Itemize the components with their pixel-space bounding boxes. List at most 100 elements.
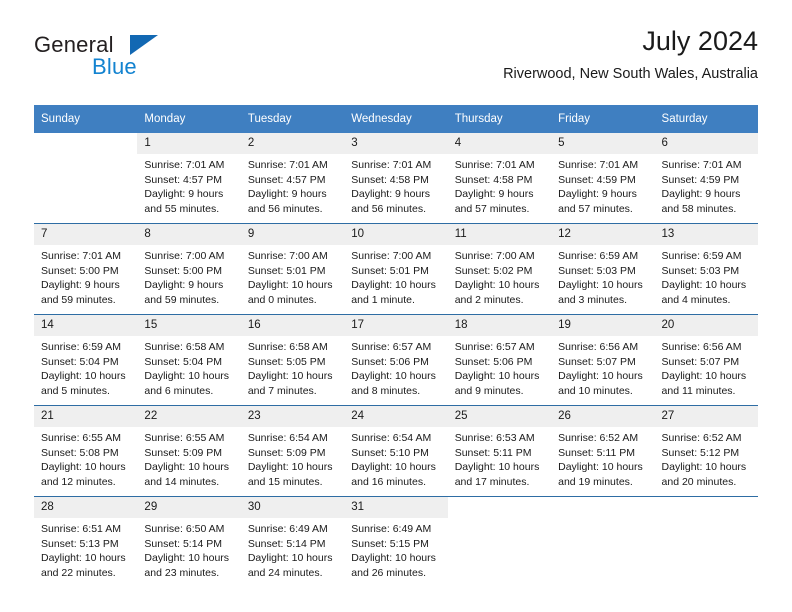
day-cell[interactable]: 18 Sunrise: 6:57 AM Sunset: 5:06 PM Dayl…: [447, 314, 552, 406]
day-cell-inner: 21 Sunrise: 6:55 AM Sunset: 5:08 PM Dayl…: [34, 406, 138, 496]
day-cell[interactable]: 27 Sunrise: 6:52 AM Sunset: 5:12 PM Dayl…: [654, 405, 758, 497]
day-cell-inner: 16 Sunrise: 6:58 AM Sunset: 5:05 PM Dayl…: [240, 315, 345, 405]
daylight-line-2: and 57 minutes.: [454, 202, 530, 215]
sunset-line: Sunset: 5:07 PM: [558, 355, 636, 368]
daylight-line-2: and 19 minutes.: [558, 475, 633, 488]
day-cell[interactable]: 12 Sunrise: 6:59 AM Sunset: 5:03 PM Dayl…: [551, 223, 655, 315]
day-cell[interactable]: 22 Sunrise: 6:55 AM Sunset: 5:09 PM Dayl…: [137, 405, 241, 497]
day-cell[interactable]: 28 Sunrise: 6:51 AM Sunset: 5:13 PM Dayl…: [34, 496, 138, 587]
day-cell-inner: 30 Sunrise: 6:49 AM Sunset: 5:14 PM Dayl…: [240, 497, 345, 587]
day-cell[interactable]: [551, 496, 655, 587]
week-row: 14 Sunrise: 6:59 AM Sunset: 5:04 PM Dayl…: [34, 314, 758, 406]
day-number: 12: [551, 224, 655, 245]
sunset-line: Sunset: 5:05 PM: [247, 355, 326, 368]
day-cell-inner: 1 Sunrise: 7:01 AM Sunset: 4:57 PM Dayli…: [137, 133, 241, 223]
day-cell[interactable]: 20 Sunrise: 6:56 AM Sunset: 5:07 PM Dayl…: [654, 314, 758, 406]
day-cell-inner: 18 Sunrise: 6:57 AM Sunset: 5:06 PM Dayl…: [447, 315, 552, 405]
day-cell[interactable]: 6 Sunrise: 7:01 AM Sunset: 4:59 PM Dayli…: [654, 133, 758, 224]
day-cell[interactable]: 30 Sunrise: 6:49 AM Sunset: 5:14 PM Dayl…: [240, 496, 345, 587]
daylight-line-1: Daylight: 10 hours: [247, 279, 333, 292]
calendar-page: General Blue July 2024 Riverwood, New So…: [0, 0, 792, 612]
day-cell[interactable]: 31 Sunrise: 6:49 AM Sunset: 5:15 PM Dayl…: [344, 496, 448, 587]
sunset-line: Sunset: 5:11 PM: [454, 446, 532, 459]
sunset-line: Sunset: 5:06 PM: [454, 355, 533, 368]
day-cell[interactable]: 8 Sunrise: 7:00 AM Sunset: 5:00 PM Dayli…: [137, 223, 241, 315]
day-cell[interactable]: 25 Sunrise: 6:53 AM Sunset: 5:11 PM Dayl…: [447, 405, 552, 497]
daylight-line-2: and 24 minutes.: [247, 566, 323, 579]
day-cell[interactable]: 5 Sunrise: 7:01 AM Sunset: 4:59 PM Dayli…: [551, 133, 655, 224]
day-details: Sunrise: 6:53 AM Sunset: 5:11 PM Dayligh…: [448, 427, 551, 489]
week-row: 28 Sunrise: 6:51 AM Sunset: 5:13 PM Dayl…: [34, 496, 758, 587]
daylight-line-2: and 15 minutes.: [247, 475, 323, 488]
weekday-header-wednesday: Wednesday: [344, 105, 448, 133]
day-cell[interactable]: 24 Sunrise: 6:54 AM Sunset: 5:10 PM Dayl…: [344, 405, 448, 497]
day-cell[interactable]: 2 Sunrise: 7:01 AM Sunset: 4:57 PM Dayli…: [240, 133, 345, 224]
day-cell[interactable]: [447, 496, 552, 587]
day-cell-inner: 27 Sunrise: 6:52 AM Sunset: 5:12 PM Dayl…: [654, 406, 758, 496]
day-cell[interactable]: 7 Sunrise: 7:01 AM Sunset: 5:00 PM Dayli…: [34, 223, 138, 315]
day-cell-inner: 17 Sunrise: 6:57 AM Sunset: 5:06 PM Dayl…: [344, 315, 448, 405]
day-number: 17: [344, 315, 448, 336]
day-cell[interactable]: 3 Sunrise: 7:01 AM Sunset: 4:58 PM Dayli…: [344, 133, 448, 224]
day-details: Sunrise: 6:56 AM Sunset: 5:07 PM Dayligh…: [551, 336, 654, 398]
general-blue-logo[interactable]: General Blue: [34, 32, 234, 88]
day-cell[interactable]: 19 Sunrise: 6:56 AM Sunset: 5:07 PM Dayl…: [551, 314, 655, 406]
daylight-line-1: Daylight: 9 hours: [558, 188, 637, 201]
day-cell-inner: 29 Sunrise: 6:50 AM Sunset: 5:14 PM Dayl…: [137, 497, 241, 587]
day-cell-inner: 2 Sunrise: 7:01 AM Sunset: 4:57 PM Dayli…: [240, 133, 345, 223]
day-cell[interactable]: [654, 496, 758, 587]
day-cell[interactable]: 10 Sunrise: 7:00 AM Sunset: 5:01 PM Dayl…: [344, 223, 448, 315]
day-cell[interactable]: 15 Sunrise: 6:58 AM Sunset: 5:04 PM Dayl…: [137, 314, 241, 406]
day-details: Sunrise: 6:59 AM Sunset: 5:03 PM Dayligh…: [655, 245, 758, 307]
day-number: 16: [240, 315, 345, 336]
sunset-line: Sunset: 5:09 PM: [247, 446, 326, 459]
day-cell-inner: 25 Sunrise: 6:53 AM Sunset: 5:11 PM Dayl…: [447, 406, 552, 496]
day-cell-inner: 15 Sunrise: 6:58 AM Sunset: 5:04 PM Dayl…: [137, 315, 241, 405]
day-details: Sunrise: 7:01 AM Sunset: 4:58 PM Dayligh…: [344, 154, 447, 216]
day-details: Sunrise: 7:00 AM Sunset: 5:02 PM Dayligh…: [448, 245, 551, 307]
sunrise-line: Sunrise: 7:01 AM: [454, 159, 535, 171]
day-number: 8: [137, 224, 241, 245]
day-number: 18: [447, 315, 552, 336]
day-cell[interactable]: 26 Sunrise: 6:52 AM Sunset: 5:11 PM Dayl…: [551, 405, 655, 497]
sunrise-line: Sunrise: 6:59 AM: [558, 250, 639, 262]
day-cell[interactable]: 13 Sunrise: 6:59 AM Sunset: 5:03 PM Dayl…: [654, 223, 758, 315]
day-cell[interactable]: 4 Sunrise: 7:01 AM Sunset: 4:58 PM Dayli…: [447, 133, 552, 224]
day-number: 15: [137, 315, 241, 336]
sunrise-line: Sunrise: 6:54 AM: [351, 432, 432, 444]
day-cell[interactable]: 9 Sunrise: 7:00 AM Sunset: 5:01 PM Dayli…: [240, 223, 345, 315]
daylight-line-1: Daylight: 10 hours: [351, 370, 436, 383]
day-cell-inner: 4 Sunrise: 7:01 AM Sunset: 4:58 PM Dayli…: [447, 133, 552, 223]
day-cell[interactable]: 16 Sunrise: 6:58 AM Sunset: 5:05 PM Dayl…: [240, 314, 345, 406]
daylight-line-2: and 26 minutes.: [351, 566, 426, 579]
daylight-line-1: Daylight: 9 hours: [351, 188, 431, 201]
day-cell[interactable]: 23 Sunrise: 6:54 AM Sunset: 5:09 PM Dayl…: [240, 405, 345, 497]
day-number: 21: [34, 406, 138, 427]
day-number: 11: [447, 224, 552, 245]
day-cell[interactable]: [34, 133, 138, 224]
day-details: Sunrise: 6:54 AM Sunset: 5:09 PM Dayligh…: [241, 427, 344, 489]
day-number: 29: [137, 497, 241, 518]
day-details: Sunrise: 6:50 AM Sunset: 5:14 PM Dayligh…: [137, 518, 240, 580]
sunset-line: Sunset: 5:14 PM: [144, 537, 223, 550]
day-cell[interactable]: 17 Sunrise: 6:57 AM Sunset: 5:06 PM Dayl…: [344, 314, 448, 406]
sunrise-line: Sunrise: 6:58 AM: [144, 341, 225, 353]
logo-text-blue: Blue: [92, 54, 137, 79]
day-cell[interactable]: 29 Sunrise: 6:50 AM Sunset: 5:14 PM Dayl…: [137, 496, 241, 587]
day-cell[interactable]: 21 Sunrise: 6:55 AM Sunset: 5:08 PM Dayl…: [34, 405, 138, 497]
daylight-line-2: and 14 minutes.: [144, 475, 220, 488]
daylight-line-1: Daylight: 10 hours: [351, 279, 436, 292]
week-row: 7 Sunrise: 7:01 AM Sunset: 5:00 PM Dayli…: [34, 223, 758, 315]
day-cell[interactable]: 1 Sunrise: 7:01 AM Sunset: 4:57 PM Dayli…: [137, 133, 241, 224]
daylight-line-2: and 55 minutes.: [144, 202, 220, 215]
daylight-line-1: Daylight: 10 hours: [558, 461, 643, 474]
day-number: 26: [551, 406, 655, 427]
month-calendar-table: Sunday Monday Tuesday Wednesday Thursday…: [34, 105, 758, 587]
daylight-line-1: Daylight: 10 hours: [41, 370, 126, 383]
day-cell[interactable]: 11 Sunrise: 7:00 AM Sunset: 5:02 PM Dayl…: [447, 223, 552, 315]
day-cell[interactable]: 14 Sunrise: 6:59 AM Sunset: 5:04 PM Dayl…: [34, 314, 138, 406]
day-cell-inner: [34, 133, 137, 223]
day-number: 10: [344, 224, 448, 245]
daylight-line-1: Daylight: 10 hours: [558, 370, 643, 383]
weekday-header-tuesday: Tuesday: [240, 105, 345, 133]
